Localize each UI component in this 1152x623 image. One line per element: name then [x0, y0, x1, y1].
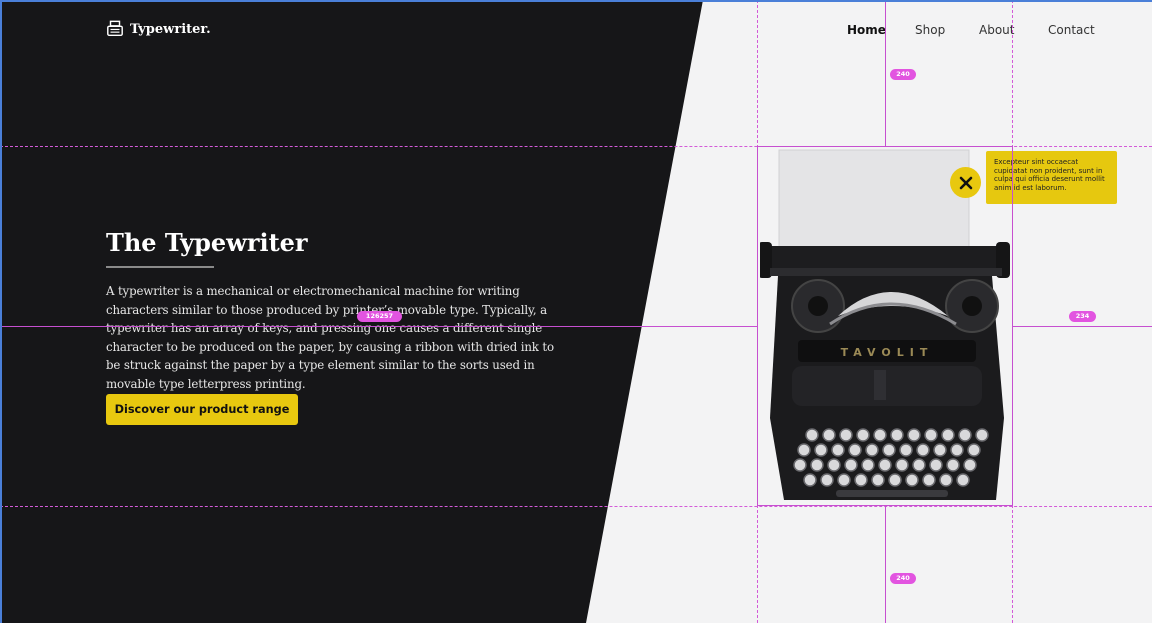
measure-line-center-left [0, 326, 757, 327]
brand-name: Typewriter. [130, 21, 211, 37]
nav-home[interactable]: Home [847, 23, 886, 37]
nav-shop[interactable]: Shop [915, 23, 945, 37]
guide-line-bottom [0, 506, 1152, 507]
brand-plate-text: TAVOLIT [841, 346, 934, 359]
measure-line-bottom [885, 506, 886, 623]
canvas-frame-top [0, 0, 1152, 2]
selection-outline-bottom [757, 505, 1012, 506]
close-tooltip-button[interactable] [950, 167, 981, 198]
measurement-badge-right: 234 [1069, 311, 1096, 322]
title-underline [106, 266, 214, 268]
measure-line-center-right [1012, 326, 1152, 327]
hero-title: The Typewriter [106, 228, 308, 257]
info-tooltip: Excepteur sint occaecat cupidatat non pr… [986, 151, 1117, 204]
selection-outline-top [757, 146, 1012, 147]
measurement-badge-bottom: 240 [890, 573, 916, 584]
typewriter-product-image: TAVOLIT [760, 148, 1012, 505]
discover-products-button[interactable]: Discover our product range [106, 394, 298, 425]
measurement-badge-center: 126257 [357, 311, 402, 322]
canvas-frame-left [0, 0, 2, 623]
hero-description: A typewriter is a mechanical or electrom… [106, 284, 554, 391]
page: Typewriter. Home Shop About Contact The … [0, 0, 1152, 623]
nav-contact[interactable]: Contact [1048, 23, 1095, 37]
measure-line-top [885, 0, 886, 146]
measurement-badge-top: 240 [890, 69, 916, 80]
selection-outline-left [757, 146, 758, 506]
close-icon [959, 176, 972, 189]
nav-about[interactable]: About [979, 23, 1014, 37]
typewriter-icon [107, 20, 123, 37]
selection-outline-right [1012, 146, 1013, 506]
brand-logo[interactable]: Typewriter. [106, 20, 211, 38]
